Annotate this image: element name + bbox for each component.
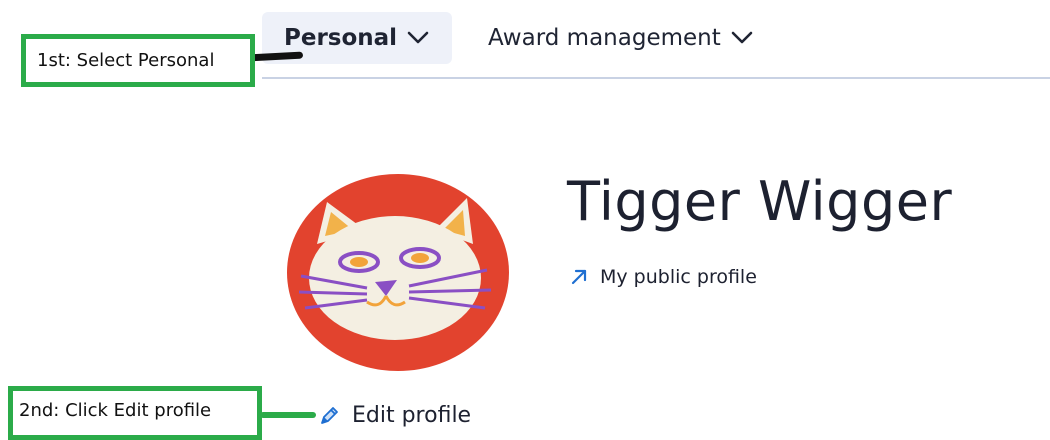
annotation-text: 2nd: Click Edit profile xyxy=(19,399,212,421)
tab-label: Award management xyxy=(488,25,721,51)
edit-profile-button[interactable]: Edit profile xyxy=(318,403,471,428)
chevron-down-icon xyxy=(407,31,429,45)
tab-label: Personal xyxy=(284,25,398,51)
page: Personal Award management 1st: Select Pe… xyxy=(0,0,1050,440)
tab-award-management[interactable]: Award management xyxy=(488,12,753,64)
annotation-step-2: 2nd: Click Edit profile xyxy=(8,386,262,440)
external-arrow-icon xyxy=(570,268,588,286)
public-profile-label: My public profile xyxy=(600,266,757,288)
edit-profile-label: Edit profile xyxy=(352,403,472,428)
pencil-icon xyxy=(318,405,340,427)
chevron-down-icon xyxy=(731,31,753,45)
public-profile-link[interactable]: My public profile xyxy=(570,266,757,288)
annotation-connector xyxy=(260,412,316,418)
annotation-step-1: 1st: Select Personal xyxy=(21,34,255,87)
avatar xyxy=(287,174,509,371)
annotation-text: 1st: Select Personal xyxy=(37,50,215,71)
profile-name: Tigger Wigger xyxy=(567,170,953,233)
cat-avatar-image xyxy=(287,174,509,371)
nav-underline xyxy=(262,77,1050,79)
